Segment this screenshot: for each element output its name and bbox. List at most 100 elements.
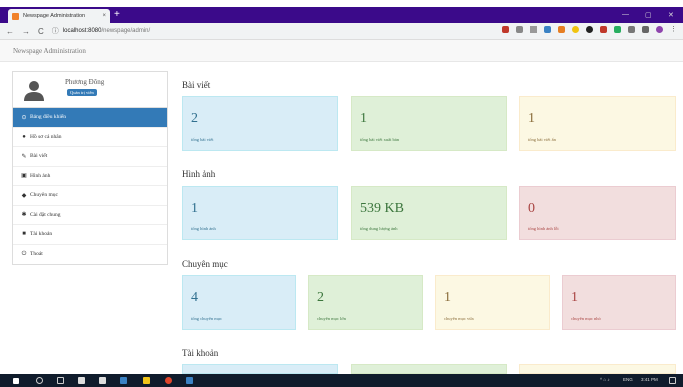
- stat-label: tổng dung lượng ảnh: [360, 226, 398, 231]
- stat-label: tổng chuyên mục: [191, 316, 222, 321]
- star-icon[interactable]: [530, 26, 537, 33]
- stat-value: 1: [444, 290, 451, 305]
- extension-icon[interactable]: [586, 26, 593, 33]
- extension-icon[interactable]: [614, 26, 621, 33]
- extension-icon[interactable]: [558, 26, 565, 33]
- stat-card-accounts[interactable]: [351, 364, 507, 374]
- ie-icon[interactable]: [120, 377, 127, 384]
- key-icon[interactable]: [516, 26, 523, 33]
- sidebar-item-dashboard[interactable]: ⊙ Bảng điều khiển: [13, 108, 167, 128]
- url-field[interactable]: ⓘ localhost:8080 /newspage/admin/: [52, 26, 150, 36]
- tab-close-icon[interactable]: ×: [102, 13, 106, 19]
- reload-icon[interactable]: C: [38, 27, 44, 36]
- forward-icon[interactable]: →: [22, 27, 30, 36]
- section-title-images: Hình ảnh: [182, 169, 216, 179]
- profile-panel: Phương Đông Quản trị viên: [12, 71, 168, 107]
- stat-label: tổng hình ảnh lỗi: [528, 226, 559, 231]
- sidebar-item-categories[interactable]: ◆ Chuyên mục: [13, 186, 167, 206]
- sidebar-item-label: Bài viết: [30, 153, 48, 160]
- tag-icon: ◆: [21, 192, 27, 199]
- search-icon[interactable]: [36, 377, 43, 384]
- extension-icon[interactable]: [572, 26, 579, 33]
- stat-value: 4: [191, 290, 198, 305]
- tray-icons[interactable]: ^ ⌂ ♪: [600, 377, 610, 382]
- lock-icon: ■: [22, 231, 26, 238]
- sidebar-item-label: Chuyên mục: [30, 192, 58, 199]
- stat-value: 0: [528, 201, 535, 216]
- user-icon: ●: [22, 133, 26, 140]
- stat-value: 2: [317, 290, 324, 305]
- stat-label: chuyên mục vừa: [444, 316, 474, 321]
- maximize-button[interactable]: ▢: [645, 11, 652, 19]
- sidebar-item-profile[interactable]: ● Hồ sơ cá nhân: [13, 128, 167, 147]
- url-path: /newspage/admin/: [101, 28, 151, 34]
- sidebar-item-label: Thoát: [30, 251, 43, 258]
- stat-card-hidden-posts[interactable]: 1 tổng bài viết ẩn: [519, 96, 676, 151]
- app-brand[interactable]: Newspage Administration: [13, 47, 86, 55]
- sidebar-item-label: Hình ảnh: [30, 172, 51, 179]
- info-icon[interactable]: ⓘ: [52, 26, 59, 36]
- sidebar-item-images[interactable]: ▣ Hình ảnh: [13, 167, 167, 186]
- address-bar: ← → C ⓘ localhost:8080 /newspage/admin/ …: [0, 23, 683, 40]
- stat-card-accounts[interactable]: [182, 364, 338, 374]
- sidebar-menu: ⊙ Bảng điều khiển ● Hồ sơ cá nhân ✎ Bài …: [12, 107, 168, 265]
- stat-value: 2: [191, 111, 198, 126]
- stat-label: tổng bài viết xuất bản: [360, 137, 399, 142]
- site-favicon-icon: [12, 12, 19, 20]
- avatar-icon: [24, 81, 44, 101]
- browser-tab[interactable]: Newspage Administration ×: [8, 9, 110, 23]
- menu-kebab-icon[interactable]: ⋮: [670, 26, 677, 33]
- store-icon[interactable]: [99, 377, 106, 384]
- stat-label: tổng hình ảnh: [191, 226, 216, 231]
- sidebar-item-accounts[interactable]: ■ Tài khoản: [13, 225, 167, 245]
- picture-icon: ▣: [21, 173, 27, 180]
- profile-name: Phương Đông: [65, 78, 105, 86]
- new-tab-button[interactable]: +: [114, 10, 120, 20]
- stat-card-broken-images[interactable]: 0 tổng hình ảnh lỗi: [519, 186, 676, 240]
- close-window-button[interactable]: ✕: [668, 11, 674, 19]
- stat-label: chuyên mục lớn: [317, 316, 346, 321]
- stat-label: chuyên mục nhỏ: [571, 316, 601, 321]
- stat-card-accounts[interactable]: [519, 364, 676, 374]
- stat-label: tổng bài viết ẩn: [528, 137, 556, 142]
- chrome-icon[interactable]: [165, 377, 172, 384]
- sidebar-item-label: Hồ sơ cá nhân: [30, 133, 62, 140]
- app-icon[interactable]: [186, 377, 193, 384]
- stat-value: 1: [360, 111, 367, 126]
- windows-start-icon[interactable]: [13, 378, 19, 384]
- sidebar-item-logout[interactable]: ⏻ Thoát: [13, 245, 167, 265]
- stat-card-large-categories[interactable]: 2 chuyên mục lớn: [308, 275, 423, 330]
- minimize-button[interactable]: —: [622, 11, 629, 18]
- stat-label: tổng bài viết: [191, 137, 214, 142]
- language-indicator[interactable]: ENG: [623, 377, 633, 382]
- top-strip: [0, 0, 683, 7]
- section-title-categories: Chuyên mục: [182, 259, 228, 269]
- notification-icon[interactable]: [669, 377, 676, 384]
- profile-icon[interactable]: [656, 26, 663, 33]
- stat-card-total-images[interactable]: 1 tổng hình ảnh: [182, 186, 338, 240]
- sidebar-item-posts[interactable]: ✎ Bài viết: [13, 147, 167, 167]
- extension-icons: ⋮: [502, 26, 677, 33]
- section-title-posts: Bài viết: [182, 80, 211, 90]
- task-view-icon[interactable]: [57, 377, 64, 384]
- sidebar-item-settings[interactable]: ✱ Cài đặt chung: [13, 206, 167, 225]
- clock[interactable]: 3:41 PM: [641, 377, 658, 382]
- extension-icon[interactable]: [600, 26, 607, 33]
- sidebar-item-label: Cài đặt chung: [30, 211, 61, 218]
- stat-card-medium-categories[interactable]: 1 chuyên mục vừa: [435, 275, 550, 330]
- browser-tab-bar: Newspage Administration × + — ▢ ✕: [0, 7, 683, 23]
- extension-icon[interactable]: [502, 26, 509, 33]
- extension-icon[interactable]: [544, 26, 551, 33]
- extension-icon[interactable]: [642, 26, 649, 33]
- extension-icon[interactable]: [628, 26, 635, 33]
- back-icon[interactable]: ←: [6, 27, 14, 36]
- stat-card-total-categories[interactable]: 4 tổng chuyên mục: [182, 275, 296, 330]
- edge-icon[interactable]: [78, 377, 85, 384]
- stat-card-small-categories[interactable]: 1 chuyên mục nhỏ: [562, 275, 676, 330]
- folder-icon[interactable]: [143, 377, 150, 384]
- stat-card-image-size[interactable]: 539 KB tổng dung lượng ảnh: [351, 186, 507, 240]
- stat-card-total-posts[interactable]: 2 tổng bài viết: [182, 96, 338, 151]
- dashboard-icon: ⊙: [21, 114, 27, 121]
- stat-card-published-posts[interactable]: 1 tổng bài viết xuất bản: [351, 96, 507, 151]
- tab-title: Newspage Administration: [23, 13, 86, 19]
